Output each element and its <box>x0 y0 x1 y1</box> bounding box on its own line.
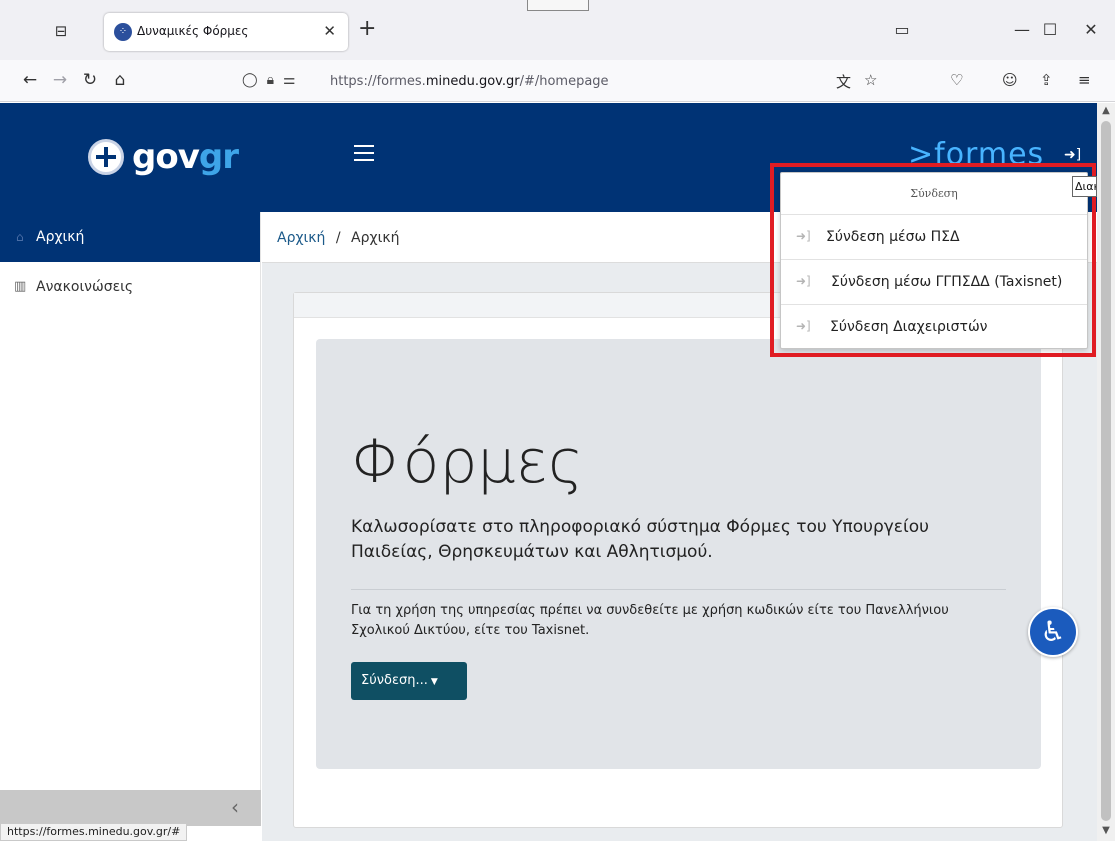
status-url: https://formes.minedu.gov.gr/# <box>0 823 188 841</box>
favicon-icon: ⁘ <box>114 23 132 41</box>
login-button-label: Σύνδεση... <box>361 673 428 688</box>
new-tab-button[interactable]: + <box>358 18 376 40</box>
divider <box>351 589 1006 590</box>
url-suffix: /#/homepage <box>519 74 609 89</box>
breadcrumb-separator: / <box>335 230 341 246</box>
logo-part-gr: gr <box>198 137 239 177</box>
accessibility-icon[interactable]: ♿︎ <box>1028 607 1078 657</box>
breadcrumb-current: Αρχική <box>351 230 400 246</box>
tooltip: Διακόπτης <box>1072 176 1097 197</box>
minimize-icon[interactable]: — <box>1012 20 1032 39</box>
close-tab-icon[interactable]: ✕ <box>323 22 336 40</box>
window-drag-handle[interactable] <box>527 0 589 11</box>
book-icon: ▥ <box>14 279 27 294</box>
page-scrollbar[interactable]: ▲ ▼ <box>1097 103 1115 841</box>
translate-icon[interactable]: 文 <box>836 71 851 92</box>
back-icon[interactable]: ← <box>20 70 40 90</box>
login-dropdown-button[interactable]: Σύνδεση... ▼ <box>351 662 467 700</box>
browser-nav-bar: ← → ↻ ⌂ ◯ 🔒︎ ⚌ https://formes.minedu.gov… <box>0 60 1115 102</box>
hamburger-menu-icon[interactable] <box>354 145 374 162</box>
collapse-sidebar-icon[interactable]: ‹ <box>231 795 239 819</box>
account-icon[interactable]: ☺ <box>1002 71 1018 89</box>
content-card: Φόρμες Καλωσορίσατε στο πληροφοριακό σύσ… <box>293 292 1063 828</box>
red-highlight-box <box>770 163 1096 357</box>
picture-in-picture-icon[interactable]: ▭ <box>892 20 912 39</box>
sidebar-item-label: Αρχική <box>36 229 85 245</box>
share-icon[interactable]: ⇪ <box>1040 71 1053 89</box>
tab-title: Δυναμικές Φόρμες <box>137 24 249 38</box>
welcome-lead: Καλωσορίσατε στο πληροφοριακό σύστημα Φό… <box>351 517 929 562</box>
sidebar-footer: ‹ <box>0 790 261 826</box>
browser-tab-bar: ⊟ ⁘ Δυναμικές Φόρμες ✕ + ▭ — ☐ ✕ <box>0 0 1115 60</box>
scroll-thumb[interactable] <box>1101 121 1111 821</box>
url-field[interactable]: https://formes.minedu.gov.gr/#/homepage <box>330 74 609 89</box>
page-title: Φόρμες <box>351 427 584 497</box>
menu-icon[interactable]: ≡ <box>1078 71 1091 89</box>
pocket-icon[interactable]: ♡ <box>950 71 963 89</box>
home-icon[interactable]: ⌂ <box>110 70 130 90</box>
scroll-down-icon[interactable]: ▼ <box>1097 825 1115 836</box>
tab-list-icon[interactable]: ⊟ <box>52 22 70 40</box>
logo-text: govgr <box>132 137 239 177</box>
sidebar-item-announcements[interactable]: ▥ Ανακοινώσεις <box>0 262 260 312</box>
sidebar-item-label: Ανακοινώσεις <box>36 279 134 295</box>
breadcrumb-trail: Αρχική / Αρχική <box>277 230 399 246</box>
login-icon[interactable]: ➜] <box>1064 147 1081 163</box>
logo-part-gov: gov <box>132 137 200 177</box>
url-security-icons[interactable]: ◯ 🔒︎ ⚌ <box>242 72 295 88</box>
govgr-logo[interactable]: govgr <box>88 137 239 177</box>
sidebar-item-home[interactable]: ⌂ Αρχική <box>0 212 260 262</box>
close-window-icon[interactable]: ✕ <box>1081 20 1101 39</box>
bookmark-star-icon[interactable]: ☆ <box>864 71 877 89</box>
welcome-jumbotron: Φόρμες Καλωσορίσατε στο πληροφοριακό σύσ… <box>316 339 1041 769</box>
url-prefix: https://formes. <box>330 74 426 89</box>
scroll-up-icon[interactable]: ▲ <box>1097 105 1115 116</box>
greek-emblem-icon <box>88 139 124 175</box>
sidebar: ⌂ Αρχική ▥ Ανακοινώσεις ‹ <box>0 212 261 826</box>
login-instructions: Για τη χρήση της υπηρεσίας πρέπει να συν… <box>351 603 949 638</box>
caret-down-icon: ▼ <box>430 677 438 687</box>
breadcrumb-link-home[interactable]: Αρχική <box>277 230 325 246</box>
url-domain: minedu.gov.gr <box>425 74 520 89</box>
maximize-icon[interactable]: ☐ <box>1040 20 1060 39</box>
reload-icon[interactable]: ↻ <box>80 70 100 90</box>
forward-icon[interactable]: → <box>50 70 70 90</box>
home-icon: ⌂ <box>16 230 24 244</box>
browser-tab[interactable]: ⁘ Δυναμικές Φόρμες ✕ <box>104 13 348 51</box>
